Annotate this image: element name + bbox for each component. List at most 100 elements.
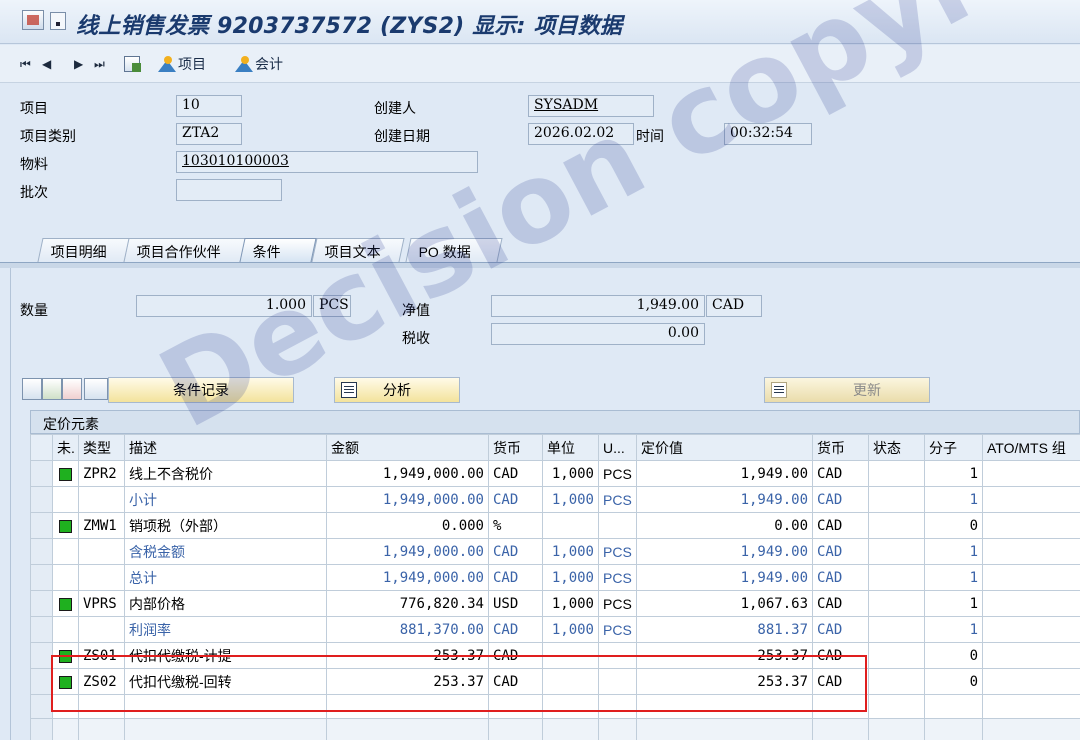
column-header-uom[interactable]: U... <box>598 434 637 461</box>
empty-cell <box>868 694 925 719</box>
status-cell <box>868 642 925 669</box>
last-item-icon[interactable]: ⏭ <box>94 53 105 75</box>
select-all-cell[interactable] <box>30 434 53 461</box>
created-by-field[interactable]: SYSADM <box>528 95 654 117</box>
active-status-icon <box>59 675 72 689</box>
currency-cell: CAD <box>488 460 543 487</box>
column-header-description[interactable]: 描述 <box>124 434 327 461</box>
material-field[interactable]: 103010100003 <box>176 151 478 173</box>
description-cell: 内部价格 <box>124 590 327 617</box>
inactive-cell <box>52 616 79 643</box>
item-button[interactable]: 项目 <box>158 53 206 75</box>
table-row[interactable]: ZS01 代扣代缴税-计提 253.37 CAD 253.37 CAD 0 <box>30 642 1080 669</box>
status-cell <box>868 668 925 695</box>
column-header-type[interactable]: 类型 <box>78 434 125 461</box>
update-button[interactable]: 更新 <box>764 377 930 403</box>
column-header-ato-mts[interactable]: ATO/MTS 组 <box>982 434 1080 461</box>
table-row[interactable]: VPRS 内部价格 776,820.34 USD 1,000 PCS 1,067.63 CAD… <box>30 590 1080 617</box>
inactive-cell <box>52 512 79 539</box>
row-selector[interactable] <box>30 512 53 539</box>
pricing-unit-cell: 1,000 <box>542 486 599 513</box>
numerator-cell: 0 <box>924 512 983 539</box>
window-menu-icon[interactable] <box>50 12 66 30</box>
column-header-inactive[interactable]: 未. <box>52 434 79 461</box>
tab-item-partners[interactable]: 项目合作伙伴 <box>123 238 247 262</box>
row-selector[interactable] <box>30 616 53 643</box>
row-selector[interactable] <box>30 564 53 591</box>
numerator-cell: 1 <box>924 564 983 591</box>
status-cell <box>868 564 925 591</box>
condition-value-cell: 1,949.00 <box>636 486 813 513</box>
uom-cell: PCS <box>598 460 637 487</box>
condition-value-cell: 1,949.00 <box>636 564 813 591</box>
net-currency-field[interactable]: CAD <box>706 295 762 317</box>
tab-po-data[interactable]: PO 数据 <box>405 238 503 262</box>
column-header-unit[interactable]: 单位 <box>542 434 599 461</box>
pricing-unit-cell: 1,000 <box>542 538 599 565</box>
currency-cell: USD <box>488 590 543 617</box>
column-header-currency[interactable]: 货币 <box>488 434 543 461</box>
tab-item-texts[interactable]: 项目文本 <box>311 238 405 262</box>
accounting-button[interactable]: 会计 <box>235 53 283 75</box>
column-header-value-currency[interactable]: 货币 <box>812 434 869 461</box>
tab-conditions[interactable]: 条件 <box>239 238 317 262</box>
delete-row-icon[interactable] <box>62 378 82 400</box>
previous-item-icon[interactable]: ◀ <box>42 53 51 75</box>
table-row[interactable]: 总计 1,949,000.00 CAD 1,000 PCS 1,949.00 CAD 1 <box>30 564 1080 591</box>
table-row[interactable]: 小计 1,949,000.00 CAD 1,000 PCS 1,949.00 CAD 1 <box>30 486 1080 513</box>
currency-cell: % <box>488 512 543 539</box>
document-flow-button[interactable] <box>124 53 141 75</box>
table-row[interactable]: 含税金额 1,949,000.00 CAD 1,000 PCS 1,949.00 CAD 1 <box>30 538 1080 565</box>
empty-row <box>30 694 1080 719</box>
next-item-icon[interactable]: ▶ <box>74 53 83 75</box>
tax-field[interactable]: 0.00 <box>491 323 705 345</box>
column-header-numerator[interactable]: 分子 <box>924 434 983 461</box>
uom-cell: PCS <box>598 538 637 565</box>
empty-cell <box>52 718 79 740</box>
status-cell <box>868 590 925 617</box>
row-selector[interactable] <box>30 590 53 617</box>
item-category-field[interactable]: ZTA2 <box>176 123 242 145</box>
net-value-field[interactable]: 1,949.00 <box>491 295 705 317</box>
value-currency-cell: CAD <box>812 512 869 539</box>
row-selector[interactable] <box>30 668 53 695</box>
tab-item-detail[interactable]: 项目明细 <box>37 238 131 262</box>
condition-view-icon[interactable] <box>84 378 108 400</box>
insert-row-icon[interactable] <box>42 378 62 400</box>
tab-po-data-label: PO 数据 <box>418 244 471 260</box>
empty-cell <box>812 694 869 719</box>
ato-mts-cell <box>982 512 1080 539</box>
item-field[interactable]: 10 <box>176 95 242 117</box>
pricing-unit-cell: 1,000 <box>542 590 599 617</box>
currency-cell: CAD <box>488 642 543 669</box>
description-cell: 小计 <box>124 486 327 513</box>
quantity-field[interactable]: 1.000 <box>136 295 312 317</box>
column-header-amount[interactable]: 金额 <box>326 434 489 461</box>
row-selector[interactable] <box>30 486 53 513</box>
condition-record-button[interactable]: 条件记录 <box>108 377 294 403</box>
value-currency-cell: CAD <box>812 668 869 695</box>
ato-mts-cell <box>982 642 1080 669</box>
analysis-button[interactable]: 分析 <box>334 377 460 403</box>
created-on-field[interactable]: 2026.02.02 <box>528 123 634 145</box>
row-selector[interactable] <box>30 538 53 565</box>
active-status-icon <box>59 519 72 533</box>
column-header-status[interactable]: 状态 <box>868 434 925 461</box>
row-selector[interactable] <box>30 642 53 669</box>
first-item-icon[interactable]: ⏮ <box>20 53 31 75</box>
numerator-cell: 1 <box>924 460 983 487</box>
quantity-unit-field[interactable]: PCS <box>313 295 351 317</box>
row-selector[interactable] <box>30 460 53 487</box>
table-row[interactable]: ZS02 代扣代缴税-回转 253.37 CAD 253.37 CAD 0 <box>30 668 1080 695</box>
description-cell: 销项税（外部） <box>124 512 327 539</box>
condition-detail-icon[interactable] <box>22 378 42 400</box>
time-field[interactable]: 00:32:54 <box>724 123 812 145</box>
batch-field[interactable] <box>176 179 282 201</box>
table-row[interactable]: ZPR2 线上不含税价 1,949,000.00 CAD 1,000 PCS 1,949.0… <box>30 460 1080 487</box>
table-row[interactable]: 利润率 881,370.00 CAD 1,000 PCS 881.37 CAD 1 <box>30 616 1080 643</box>
tab-conditions-label: 条件 <box>252 244 281 260</box>
column-header-condition-value[interactable]: 定价值 <box>636 434 813 461</box>
analysis-button-label: 分析 <box>383 382 411 398</box>
transaction-icon[interactable] <box>22 10 44 30</box>
table-row[interactable]: ZMW1 销项税（外部） 0.000% 0.00 CAD 0 <box>30 512 1080 539</box>
